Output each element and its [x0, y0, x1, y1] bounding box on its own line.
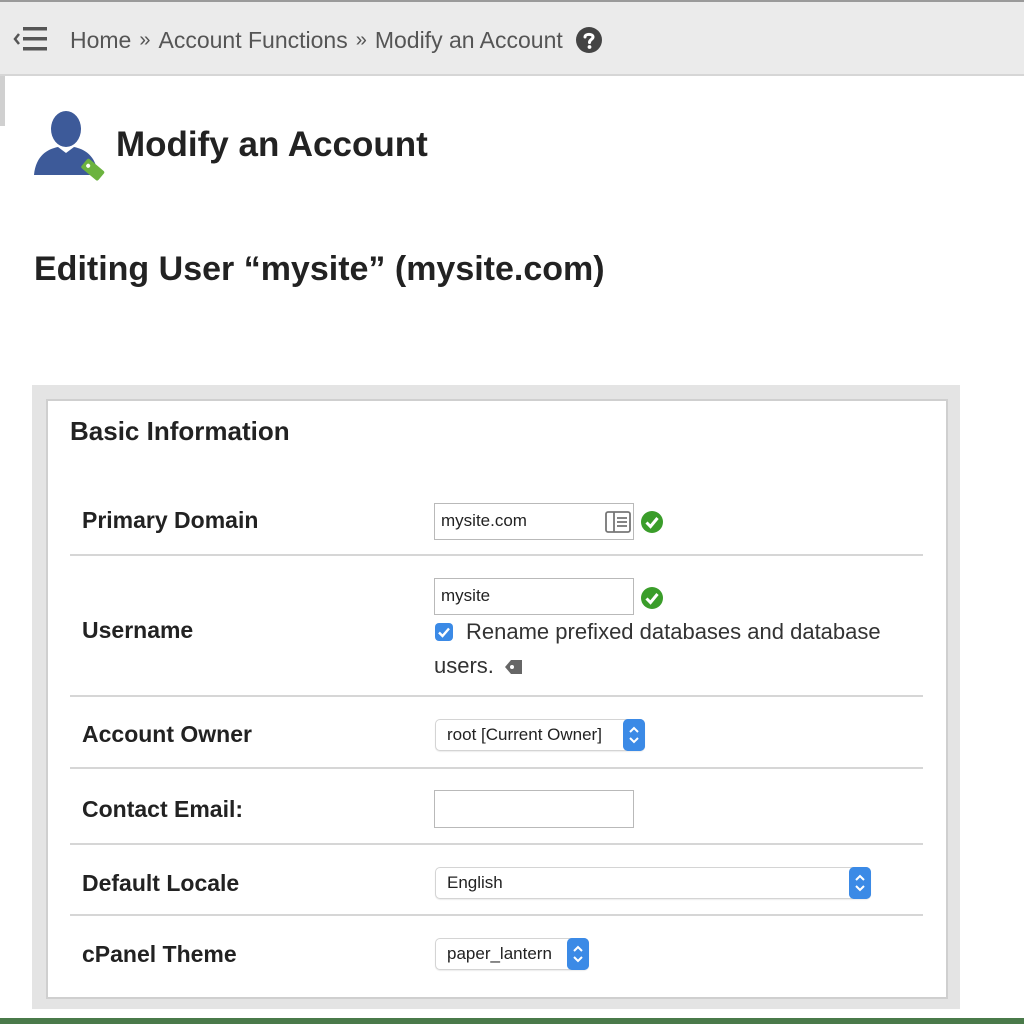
checkmark-icon [438, 627, 450, 638]
primary-domain-value: mysite.com [441, 511, 527, 530]
username-input[interactable]: mysite [434, 578, 634, 615]
top-bar: Home » Account Functions » Modify an Acc… [0, 0, 1024, 76]
primary-domain-row: Primary Domain mysite.com [70, 487, 923, 556]
account-owner-label: Account Owner [82, 721, 252, 747]
chevron-up-down-icon [567, 938, 589, 970]
breadcrumb-current: Modify an Account [374, 26, 563, 53]
page-title: Modify an Account [116, 125, 428, 164]
primary-domain-label: Primary Domain [82, 507, 259, 533]
user-account-icon [34, 111, 105, 181]
chevron-up-down-icon [623, 719, 645, 751]
sidebar-edge [0, 76, 5, 126]
rename-databases-checkbox[interactable] [435, 623, 453, 641]
help-icon[interactable] [575, 26, 603, 54]
domain-list-icon[interactable] [605, 511, 631, 533]
cpanel-theme-value: paper_lantern [447, 944, 552, 963]
editing-user-heading: Editing User “mysite” (mysite.com) [34, 250, 605, 288]
default-locale-row: Default Locale English [70, 845, 923, 916]
cpanel-theme-select[interactable]: paper_lantern [435, 938, 589, 970]
cpanel-theme-row: cPanel Theme paper_lantern [70, 916, 923, 986]
page-header: Modify an Account [32, 100, 428, 190]
username-row: Username mysite Rename prefixed database… [70, 556, 923, 697]
chevron-up-down-icon [849, 867, 871, 899]
tag-icon[interactable] [504, 658, 524, 676]
breadcrumb-separator: » [355, 28, 367, 51]
account-owner-select[interactable]: root [Current Owner] [435, 719, 645, 751]
breadcrumb-account-functions[interactable]: Account Functions [158, 27, 347, 54]
rename-databases-label-cont: users. [434, 649, 524, 682]
default-locale-select[interactable]: English [435, 867, 871, 899]
contact-email-input[interactable] [434, 790, 634, 828]
rename-databases-label-line2: users. [434, 653, 494, 678]
contact-email-label: Contact Email: [82, 796, 244, 822]
default-locale-label: Default Locale [82, 870, 240, 896]
username-label: Username [82, 617, 194, 643]
breadcrumb-home[interactable]: Home [70, 27, 131, 54]
check-circle-icon [641, 511, 663, 533]
primary-domain-input[interactable]: mysite.com [434, 503, 634, 540]
window-bottom-edge [0, 1018, 1024, 1024]
menu-toggle-icon[interactable] [12, 22, 50, 56]
breadcrumb-separator: » [139, 28, 151, 51]
breadcrumb: Home » Account Functions » Modify an Acc… [70, 22, 603, 58]
account-owner-row: Account Owner root [Current Owner] [70, 697, 923, 769]
rename-databases-label: Rename prefixed databases and database [466, 619, 881, 644]
account-owner-value: root [Current Owner] [447, 725, 602, 744]
cpanel-theme-label: cPanel Theme [82, 941, 237, 967]
contact-email-row: Contact Email: [70, 769, 923, 845]
username-value: mysite [441, 586, 491, 605]
check-circle-icon [641, 587, 663, 609]
section-heading: Basic Information [70, 416, 290, 446]
default-locale-value: English [447, 873, 503, 892]
